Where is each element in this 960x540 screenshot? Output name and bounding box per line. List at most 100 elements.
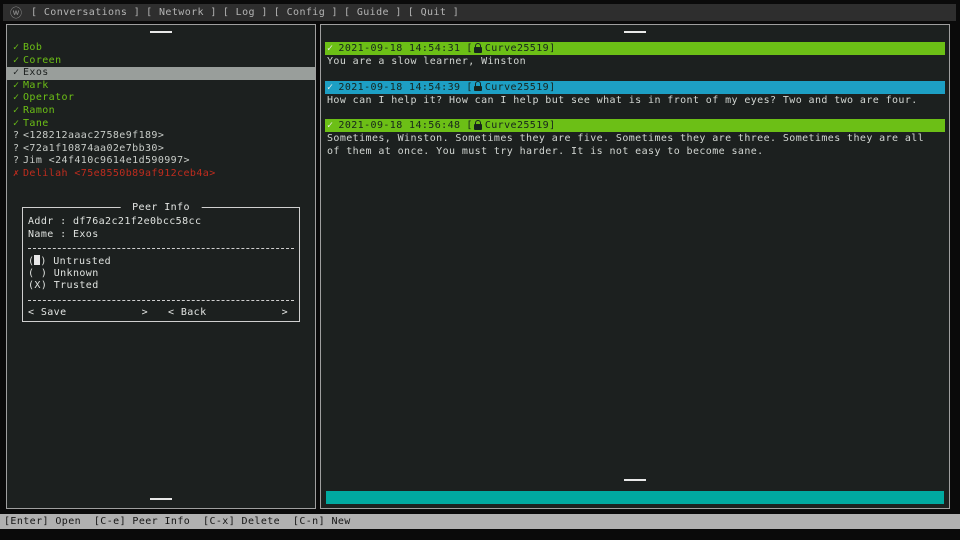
peer-name-label: Name : (28, 229, 73, 240)
button-arrow-right: > (142, 307, 148, 318)
radio-paren: ) (40, 256, 53, 267)
trusted-check-icon: ✓ (13, 42, 23, 55)
peer-addr-label: Addr : (28, 216, 73, 227)
back-button-label: < Back (168, 307, 207, 318)
chat-panel: ✓2021-09-18 14:54:31[Curve25519] You are… (320, 24, 950, 509)
cipher-bracket: [ (466, 119, 472, 132)
contact-row-delilah[interactable]: ✗Delilah <75e8550b89af912ceb4a> (7, 168, 315, 181)
contact-label: <128212aaac2758e9f189> (23, 130, 164, 141)
menu-bar: ⓦ [ Conversations ] [ Network ] [ Log ] … (3, 4, 956, 21)
lock-icon (474, 45, 482, 53)
cipher-label: Curve25519 (485, 119, 549, 132)
menu-item-guide[interactable]: [ Guide ] (344, 7, 402, 18)
dialog-separator (28, 248, 294, 249)
chat-scroll-indicator-bottom (321, 473, 949, 486)
radio-option-trusted[interactable]: (X) Trusted (28, 280, 294, 293)
cipher-label: Curve25519 (485, 81, 549, 94)
contact-row-bob[interactable]: ✓Bob (7, 42, 315, 55)
contacts-scroll-indicator-top (7, 25, 315, 38)
contact-row-tane[interactable]: ✓Tane (7, 118, 315, 131)
peer-name-field: Name : Exos (28, 228, 294, 241)
peer-info-dialog: Peer Info Addr : df76a2c21f2e0bcc58cc Na… (22, 207, 300, 322)
trusted-check-icon: ✓ (13, 55, 23, 68)
cipher-bracket: ] (549, 42, 555, 55)
unknown-question-icon: ? (13, 143, 23, 156)
message-header: ✓2021-09-18 14:54:39[Curve25519] (325, 81, 945, 94)
contact-row-operator[interactable]: ✓Operator (7, 92, 315, 105)
contact-label: Bob (23, 42, 42, 53)
contact-label: Coreen (23, 55, 62, 66)
radio-label: Trusted (54, 280, 99, 291)
radio-paren: ) (41, 280, 54, 291)
menu-item-conversations[interactable]: [ Conversations ] (31, 7, 140, 18)
peer-addr-field: Addr : df76a2c21f2e0bcc58cc (28, 215, 294, 228)
peer-info-dialog-title: Peer Info (121, 202, 202, 213)
button-arrow-left: < (168, 307, 181, 318)
blocked-cross-icon: ✗ (13, 168, 23, 181)
radio-option-untrusted[interactable]: () Untrusted (28, 255, 294, 268)
unknown-question-icon: ? (13, 130, 23, 143)
contact-label: Exos (23, 67, 49, 78)
chat-message: ✓ 2021-09-18 14:56:48 [ Curve25519] Sometim… (325, 119, 945, 158)
delivered-check-icon: ✓ (327, 119, 333, 132)
chat-message: ✓2021-09-18 14:54:39[Curve25519] How can… (325, 81, 945, 108)
menu-item-config[interactable]: [ Config ] (274, 7, 338, 18)
contact-list: ✓Bob ✓Coreen ✓Exos ✓Mark ✓Operator ✓Ramo… (7, 42, 315, 181)
contacts-panel: ✓Bob ✓Coreen ✓Exos ✓Mark ✓Operator ✓Ramo… (6, 24, 316, 509)
contact-row-ramon[interactable]: ✓Ramon (7, 105, 315, 118)
message-input[interactable] (326, 491, 944, 504)
contact-label: Tane (23, 118, 49, 129)
contact-label: <72a1f10874aa02e7bb30> (23, 143, 164, 154)
trusted-check-icon: ✓ (13, 92, 23, 105)
app-logo-icon: ⓦ (10, 4, 22, 21)
chat-scroll-indicator-top (321, 25, 949, 38)
dialog-separator (28, 300, 294, 301)
unknown-question-icon: ? (13, 155, 23, 168)
button-arrow-left: < (28, 307, 41, 318)
cipher-bracket: [ (466, 81, 472, 94)
button-arrow-right: > (282, 307, 288, 318)
radio-label: Untrusted (53, 256, 111, 267)
radio-paren: ) (41, 268, 54, 279)
cipher-label: Curve25519 (485, 42, 549, 55)
menu-item-log[interactable]: [ Log ] (223, 7, 268, 18)
contact-label: Mark (23, 80, 49, 91)
chat-message: ✓2021-09-18 14:54:31[Curve25519] You are… (325, 42, 945, 69)
menu-item-quit[interactable]: [ Quit ] (408, 7, 459, 18)
contact-row-mark[interactable]: ✓Mark (7, 80, 315, 93)
trusted-check-icon: ✓ (13, 105, 23, 118)
peer-addr-value: df76a2c21f2e0bcc58cc (73, 216, 201, 227)
message-header: ✓2021-09-18 14:54:31[Curve25519] (325, 42, 945, 55)
message-text: You are a slow learner, Winston (325, 55, 945, 69)
radio-option-unknown[interactable]: ( ) Unknown (28, 268, 294, 281)
menu-item-network[interactable]: [ Network ] (146, 7, 217, 18)
peer-name-value: Exos (73, 229, 99, 240)
save-button[interactable]: < Save > (28, 307, 154, 318)
contact-label: Operator (23, 92, 74, 103)
message-text: Sometimes, Winston. Sometimes they are f… (325, 132, 945, 158)
save-button-label: < Save (28, 307, 67, 318)
message-timestamp: 2021-09-18 14:56:48 (338, 119, 460, 132)
contact-label: Ramon (23, 105, 55, 116)
message-header: ✓ 2021-09-18 14:56:48 [ Curve25519] (325, 119, 945, 132)
radio-label: Unknown (54, 268, 99, 279)
cipher-bracket: [ (466, 42, 472, 55)
contact-row-exos-selected[interactable]: ✓Exos (7, 67, 315, 80)
trusted-check-icon: ✓ (13, 118, 23, 131)
contact-row-jim[interactable]: ?Jim <24f410c9614e1d590997> (7, 155, 315, 168)
back-button[interactable]: < Back > (168, 307, 294, 318)
lock-icon (474, 83, 482, 91)
trusted-check-icon: ✓ (13, 80, 23, 93)
contacts-scroll-indicator-bottom (7, 492, 315, 505)
contact-label: Jim <24f410c9614e1d590997> (23, 155, 190, 166)
delivered-check-icon: ✓ (327, 42, 333, 55)
lock-icon (474, 122, 482, 130)
message-timestamp: 2021-09-18 14:54:39 (338, 81, 460, 94)
message-text: How can I help it? How can I help but se… (325, 94, 945, 108)
delivered-check-icon: ✓ (327, 81, 333, 94)
contact-row-unknown-2[interactable]: ?<72a1f10874aa02e7bb30> (7, 143, 315, 156)
contact-row-unknown-1[interactable]: ?<128212aaac2758e9f189> (7, 130, 315, 143)
contact-row-coreen[interactable]: ✓Coreen (7, 55, 315, 68)
cipher-bracket: ] (549, 119, 555, 132)
trusted-check-icon: ✓ (13, 67, 23, 80)
